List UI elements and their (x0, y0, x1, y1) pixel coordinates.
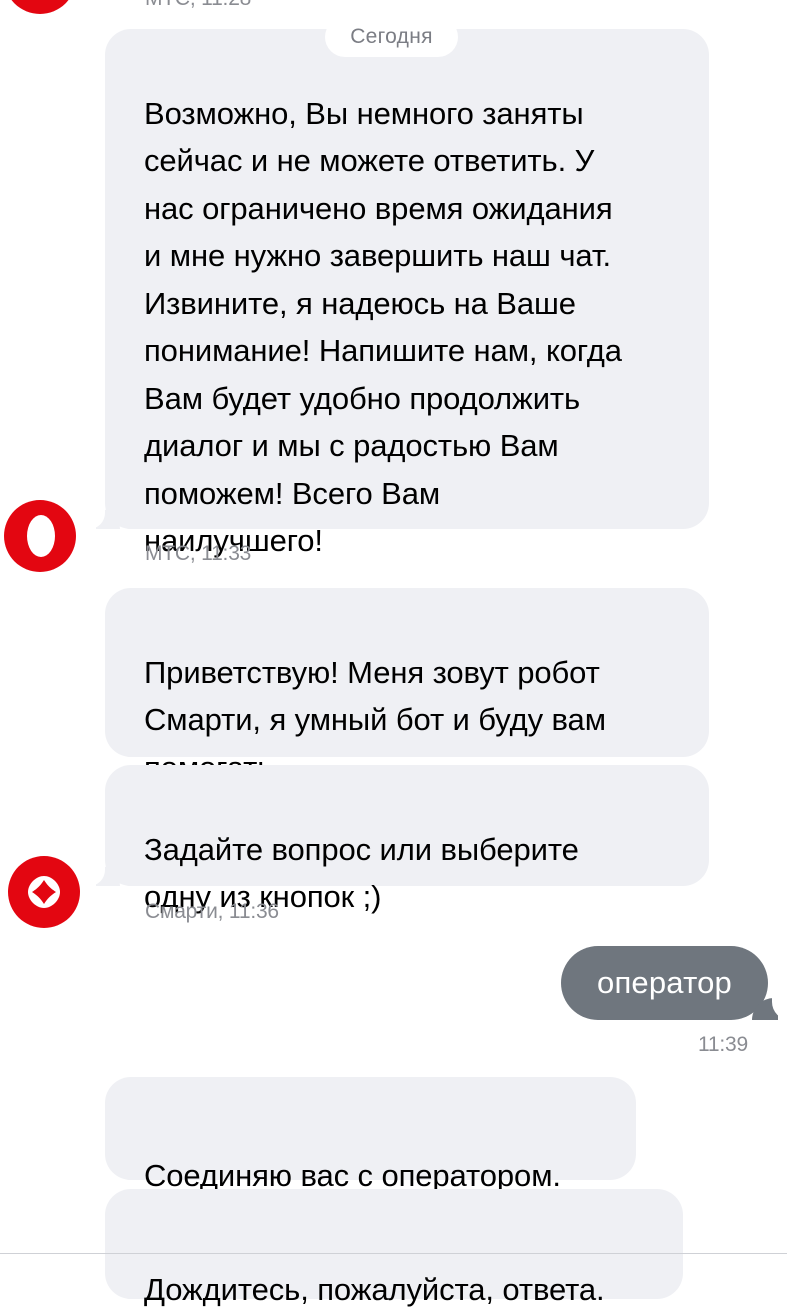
message-bubble-smarti-prompt: Задайте вопрос или выберите одну из кноп… (83, 765, 709, 914)
message-meta: МТС, 11:33 (145, 542, 252, 565)
outgoing-message-bubble: оператор (561, 946, 787, 1020)
message-bubble-operator-connect: Соединяю вас с оператором. (105, 1077, 636, 1193)
outgoing-message-time: 11:39 (698, 1033, 748, 1056)
mts-egg-logo-icon (27, 515, 55, 557)
bottom-divider (0, 1253, 787, 1254)
message-bubble-smarti-greeting: Приветствую! Меня зовут робот Смарти, я … (105, 588, 709, 785)
message-bubble-mts-timeout: Возможно, Вы немного заняты сейчас и не … (83, 29, 709, 558)
message-meta: Смарти, 11:36 (145, 900, 279, 923)
date-separator: Сегодня (325, 17, 458, 57)
mts-avatar-top (4, 0, 76, 14)
message-text: оператор (597, 965, 732, 1000)
smarti-bot-icon (28, 876, 60, 908)
message-text: Возможно, Вы немного заняты сейчас и не … (144, 95, 622, 559)
message-bubble-operator-wait: Дождитесь, пожалуйста, ответа. (105, 1189, 683, 1307)
message-text: Соединяю вас с оператором. (144, 1157, 561, 1193)
smarti-avatar (8, 856, 80, 928)
mts-avatar (4, 500, 76, 572)
mts-egg-logo-icon (4, 0, 76, 14)
message-meta-top: МТС, 11:28 (145, 0, 251, 11)
message-text: Дождитесь, пожалуйста, ответа. (144, 1271, 605, 1307)
